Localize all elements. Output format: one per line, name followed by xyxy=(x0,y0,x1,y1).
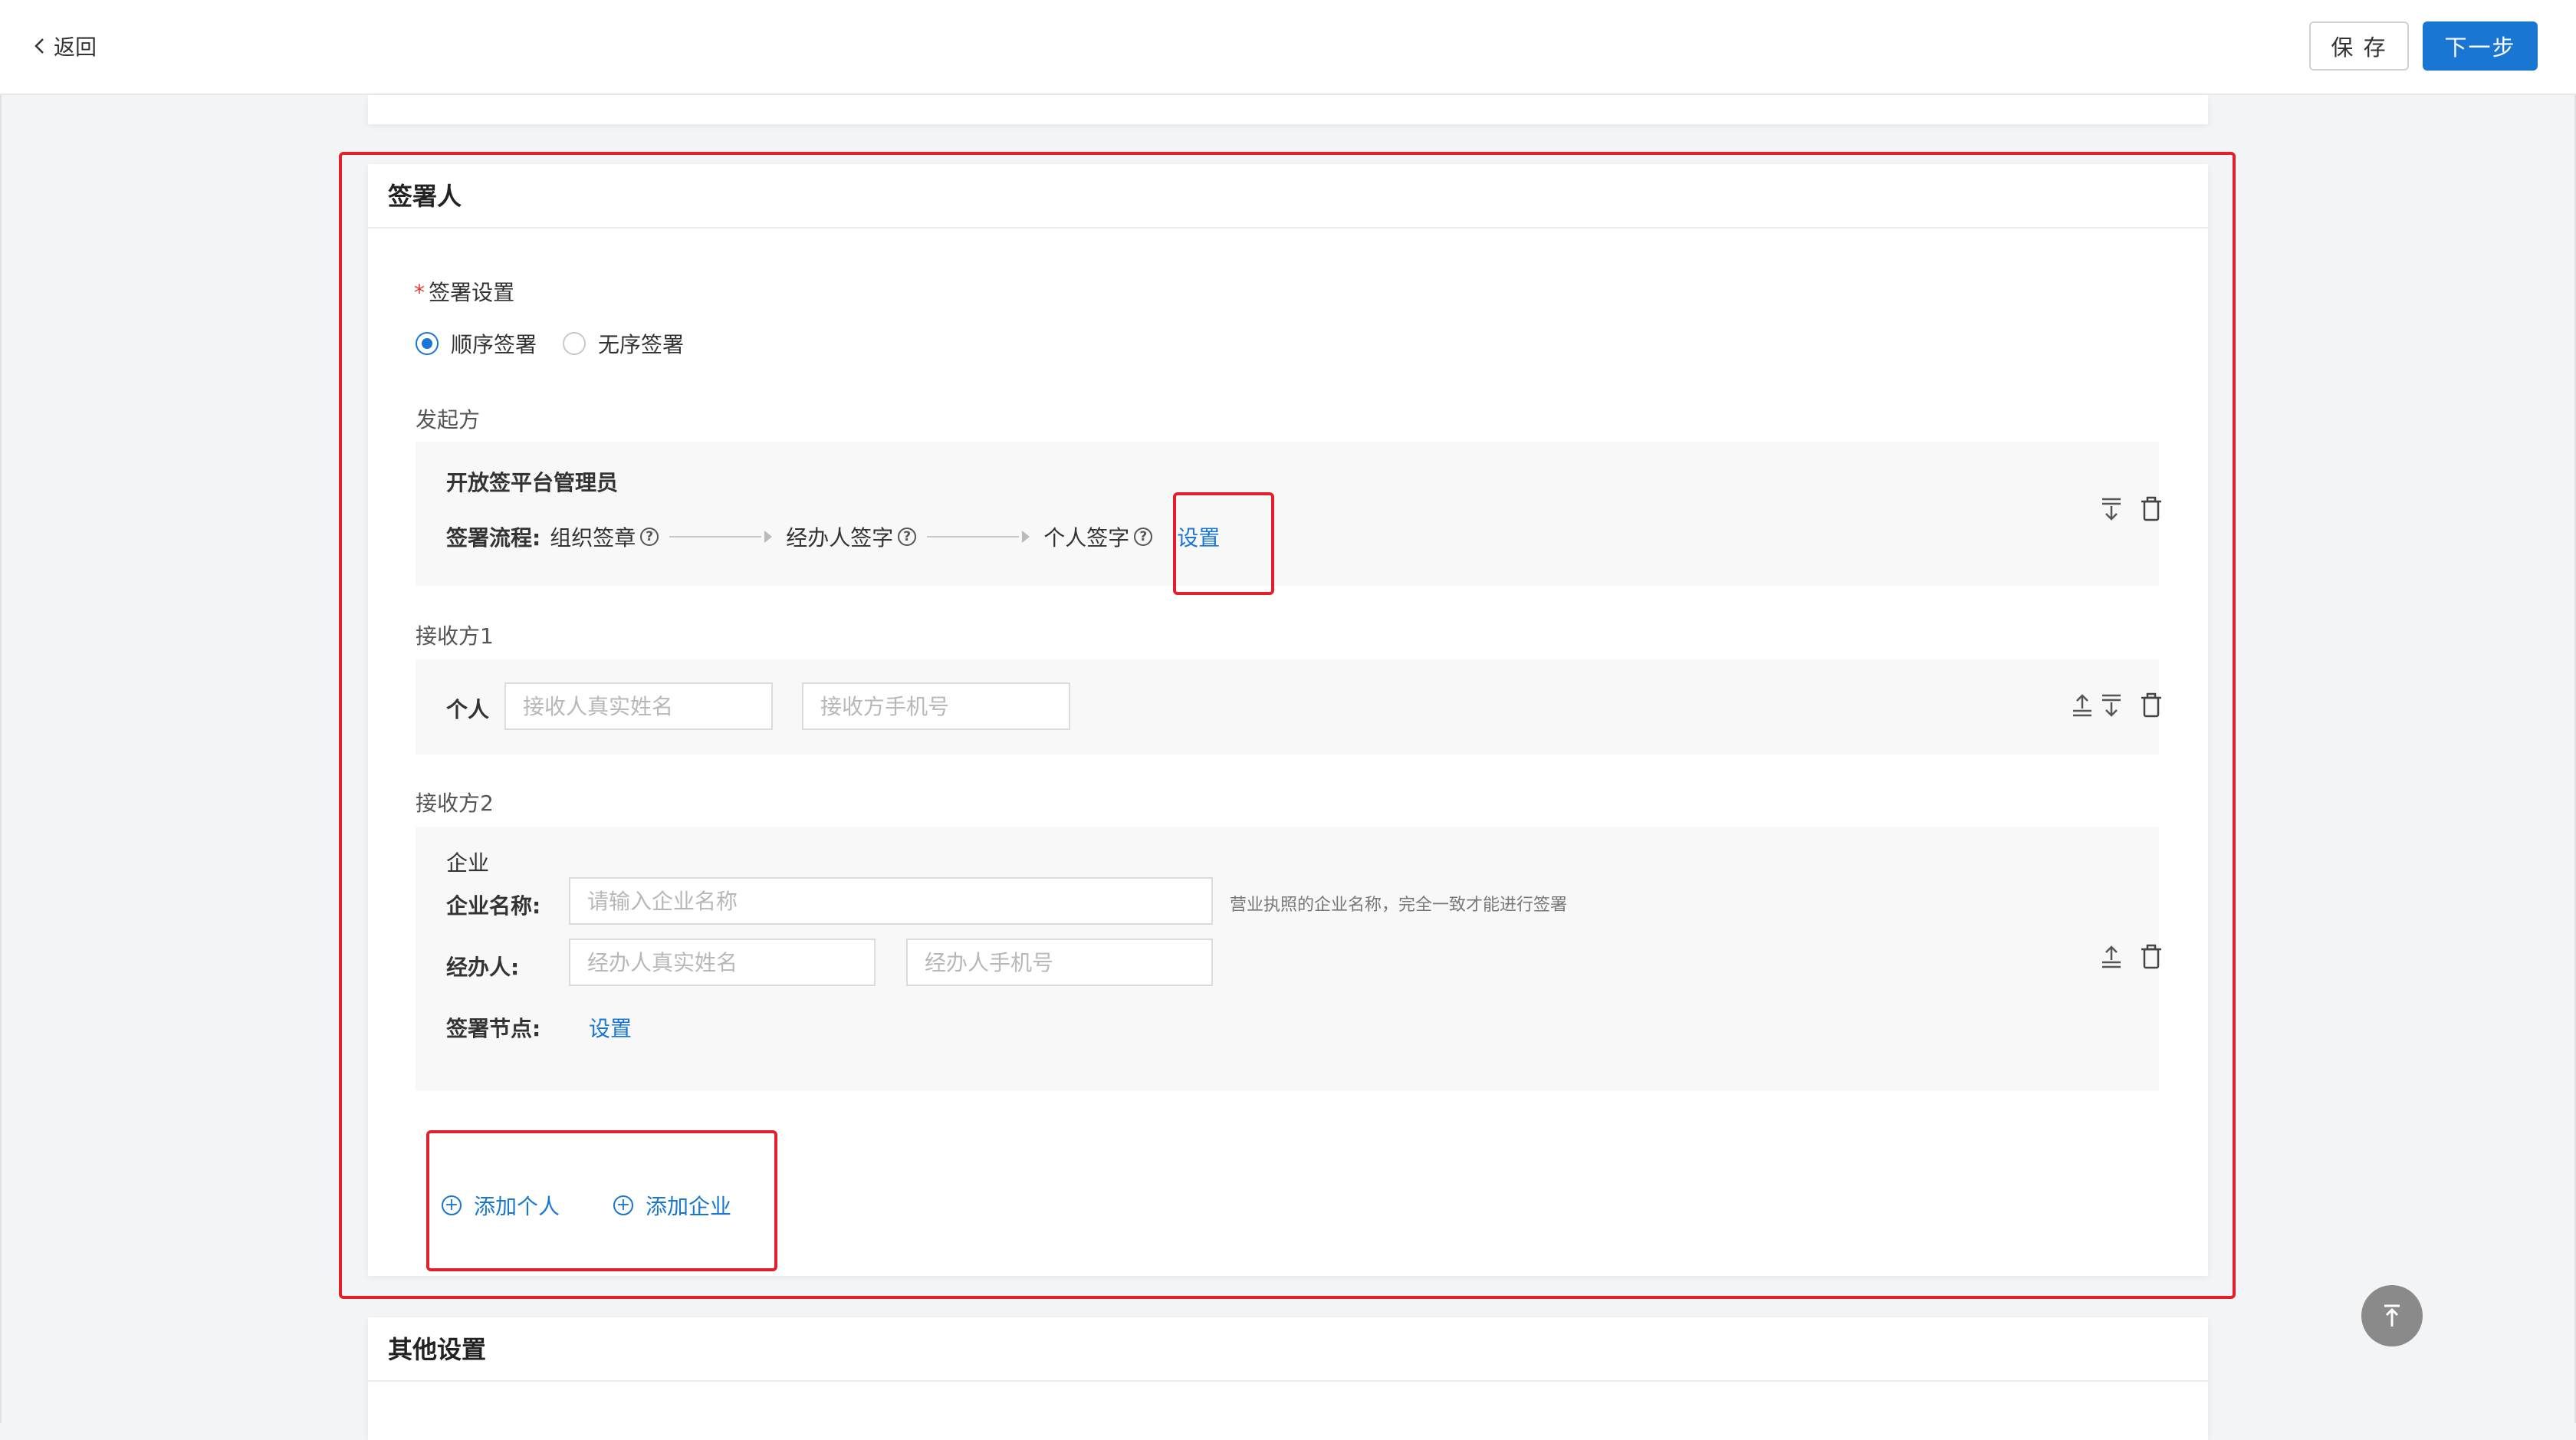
add-person-button[interactable]: + 添加个人 xyxy=(442,1190,560,1221)
other-settings-card: 其他设置 xyxy=(368,1317,2208,1440)
company-name-hint: 营业执照的企业名称，完全一致才能进行签署 xyxy=(1230,896,1568,915)
agent-phone-input[interactable] xyxy=(906,939,1213,986)
receiver2-panel: 企业 企业名称: 营业执照的企业名称，完全一致才能进行签署 经办人: 签署节点:… xyxy=(416,827,2161,1090)
receiver1-panel: 个人 xyxy=(416,659,2161,755)
signer-title: 签署人 xyxy=(368,164,2208,228)
initiator-section-label: 发起方 xyxy=(416,407,481,432)
trash-icon xyxy=(2141,692,2161,718)
help-icon[interactable]: ? xyxy=(640,528,659,546)
top-bar: 返回 保 存 下一步 xyxy=(0,0,2576,95)
move-down-button[interactable] xyxy=(2098,495,2125,523)
previous-section-card xyxy=(368,95,2208,124)
back-to-top-button[interactable] xyxy=(2361,1285,2423,1346)
agent-label: 经办人: xyxy=(446,955,520,980)
move-up-button[interactable] xyxy=(2098,943,2125,971)
trash-icon xyxy=(2141,944,2161,969)
company-name-input[interactable] xyxy=(569,877,1213,925)
arrow-up-to-top-icon xyxy=(2384,1304,2400,1327)
signing-flow: 签署流程: 组织签章 ? 经办人签字 ? 个人签字 ? 设置 xyxy=(446,521,1220,552)
move-down-button[interactable] xyxy=(2098,692,2125,719)
arrow-right-icon xyxy=(764,531,773,543)
receiver1-section-label: 接收方1 xyxy=(416,623,494,649)
signing-node-set-link[interactable]: 设置 xyxy=(589,1012,632,1043)
receiver-name-input[interactable] xyxy=(504,682,773,730)
company-name-label: 企业名称: xyxy=(446,893,541,919)
receiver-phone-input[interactable] xyxy=(802,682,1070,730)
radio-unordered[interactable]: 无序签署 xyxy=(563,328,684,359)
delete-button[interactable] xyxy=(2137,692,2165,719)
receiver1-type-label: 个人 xyxy=(446,697,490,722)
back-button[interactable]: 返回 xyxy=(31,29,97,63)
flow-step: 个人签字 xyxy=(1043,525,1130,551)
radio-button-checked[interactable] xyxy=(416,332,439,355)
flow-connector xyxy=(669,536,762,538)
agent-name-input[interactable] xyxy=(569,939,876,986)
required-mark: * xyxy=(414,280,425,305)
help-icon[interactable]: ? xyxy=(1134,528,1153,546)
next-step-button[interactable]: 下一步 xyxy=(2423,21,2538,71)
flow-connector xyxy=(927,536,1020,538)
move-up-icon xyxy=(2102,945,2121,968)
plus-circle-icon: + xyxy=(442,1195,462,1215)
flow-step: 组织签章 xyxy=(550,525,636,551)
add-company-button[interactable]: + 添加企业 xyxy=(613,1190,731,1221)
delete-button[interactable] xyxy=(2137,495,2165,523)
move-up-button[interactable] xyxy=(2068,692,2096,719)
signing-node-label: 签署节点: xyxy=(446,1016,541,1041)
initiator-panel: 开放签平台管理员 签署流程: 组织签章 ? 经办人签字 ? 个人签字 ? 设置 xyxy=(416,442,2161,586)
radio-button[interactable] xyxy=(563,332,586,355)
move-down-icon xyxy=(2102,498,2121,521)
save-button[interactable]: 保 存 xyxy=(2309,21,2409,71)
chevron-left-icon xyxy=(34,38,44,54)
flow-step: 经办人签字 xyxy=(786,525,894,551)
initiator-name: 开放签平台管理员 xyxy=(446,470,619,495)
flow-label: 签署流程: xyxy=(446,525,541,551)
move-up-icon xyxy=(2073,694,2091,717)
receiver2-section-label: 接收方2 xyxy=(416,791,494,816)
other-settings-title: 其他设置 xyxy=(368,1317,2208,1382)
receiver2-type-label: 企业 xyxy=(446,850,490,876)
back-label: 返回 xyxy=(54,35,97,60)
arrow-right-icon xyxy=(1022,531,1030,543)
trash-icon xyxy=(2141,496,2161,521)
left-divider xyxy=(0,95,2,1423)
move-down-icon xyxy=(2102,694,2121,717)
signer-card: 签署人 * 签署设置 顺序签署 无序签署 发起方 开放签平台管理员 签署流程: … xyxy=(368,164,2208,1276)
initiator-set-link[interactable]: 设置 xyxy=(1177,521,1220,552)
help-icon[interactable]: ? xyxy=(898,528,917,546)
plus-circle-icon: + xyxy=(613,1195,633,1215)
signing-settings-label: * 签署设置 xyxy=(414,280,515,305)
delete-button[interactable] xyxy=(2137,943,2165,971)
radio-sequential[interactable]: 顺序签署 xyxy=(416,328,537,359)
